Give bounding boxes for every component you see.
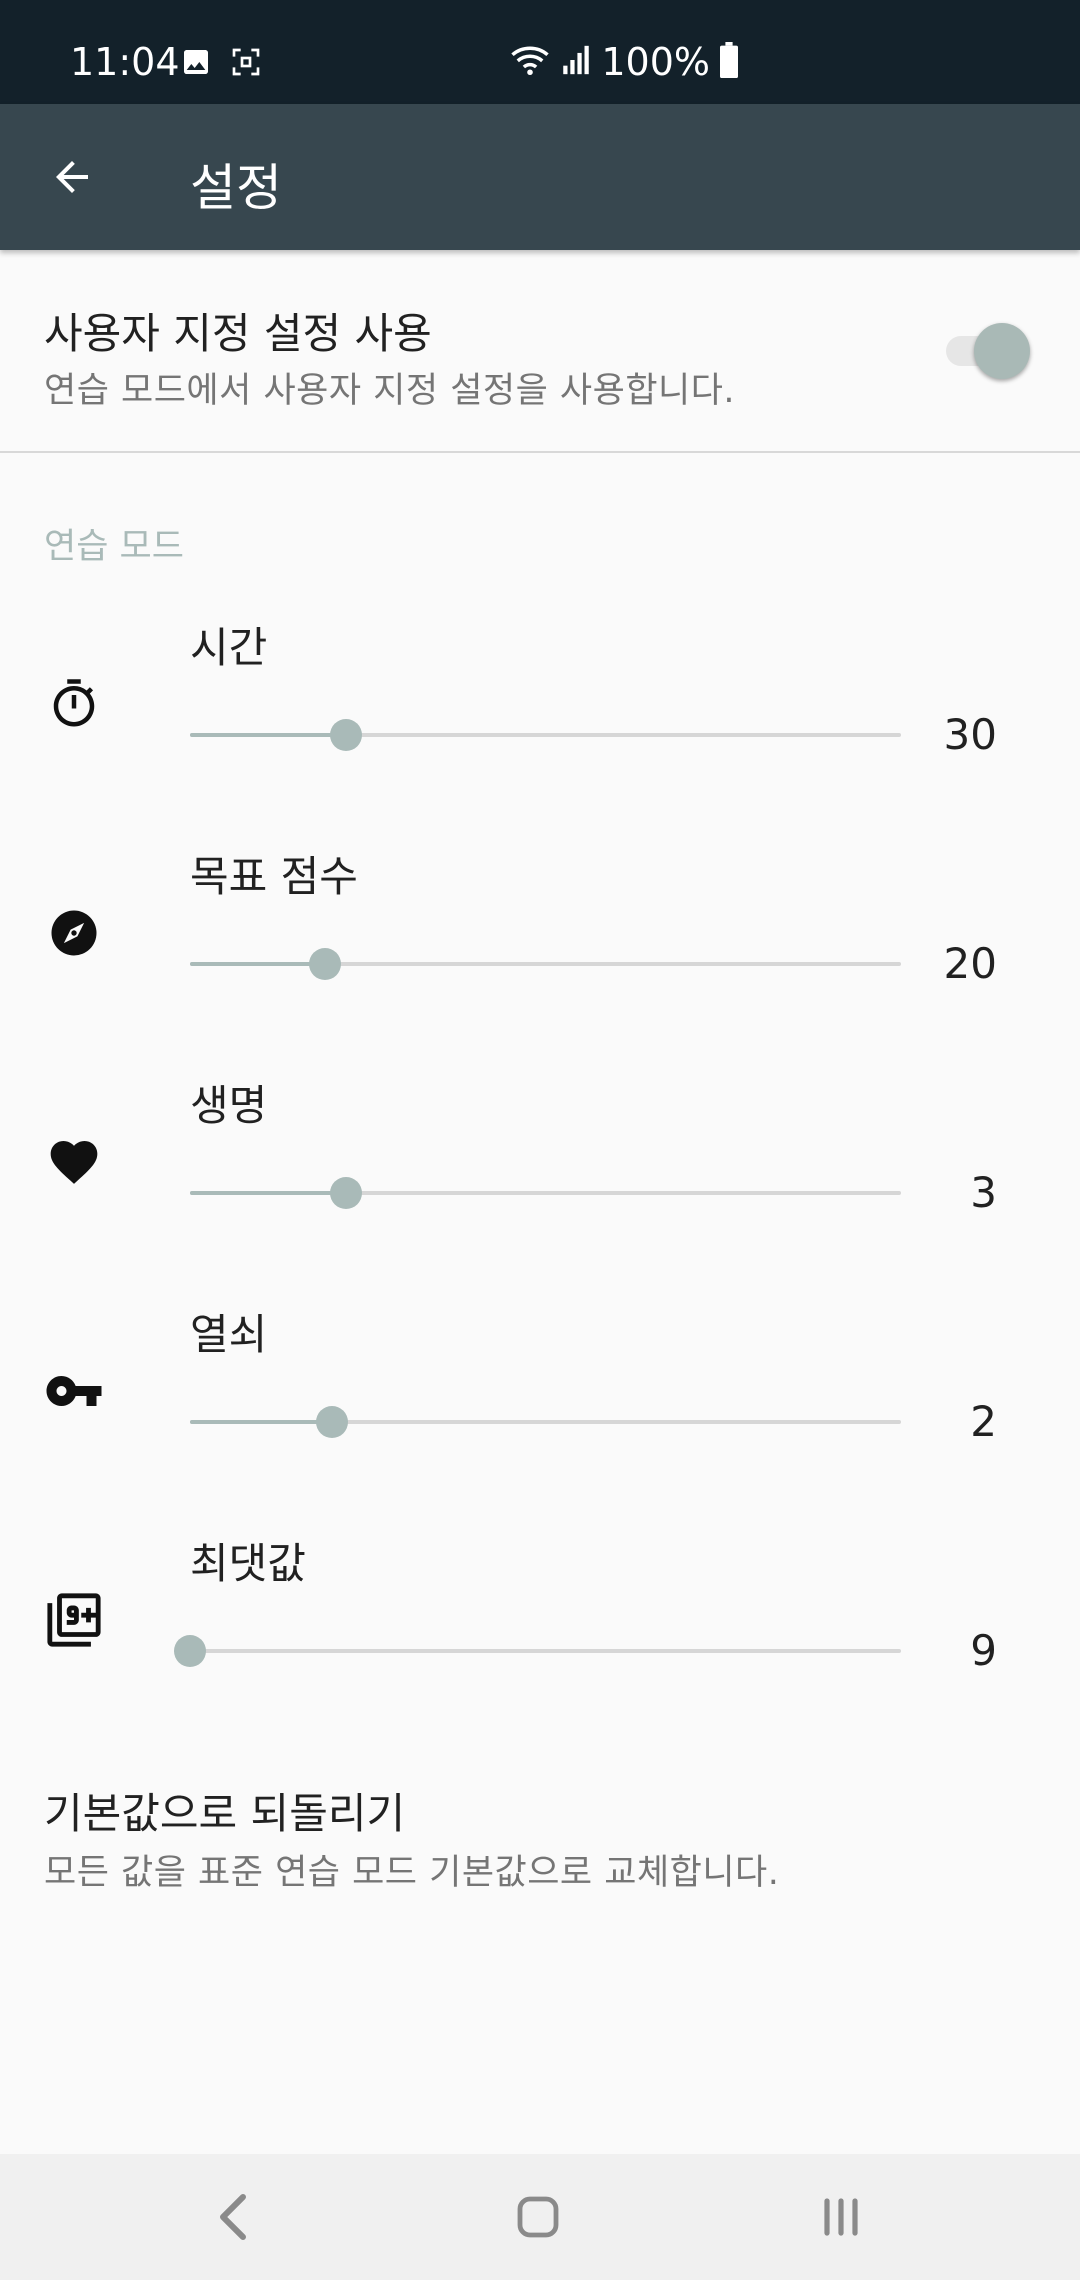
target-score-value: 20 bbox=[943, 939, 997, 988]
lives-slider-thumb[interactable] bbox=[330, 1177, 363, 1209]
time-slider[interactable] bbox=[190, 719, 901, 751]
signal-icon bbox=[559, 43, 593, 81]
custom-settings-summary: 연습 모드에서 사용자 지정 설정을 사용합니다. bbox=[44, 371, 736, 411]
max-value-slider-thumb[interactable] bbox=[174, 1635, 206, 1667]
app-bar: 설정 bbox=[0, 104, 1080, 250]
keys-slider-preference: 열쇠 2 bbox=[0, 1287, 1080, 1516]
custom-settings-title: 사용자 지정 설정 사용 bbox=[44, 309, 432, 358]
nav-recents-icon bbox=[824, 2198, 858, 2236]
lives-label: 생명 bbox=[190, 1081, 268, 1130]
custom-settings-preference[interactable]: 사용자 지정 설정 사용 연습 모드에서 사용자 지정 설정을 사용합니다. bbox=[0, 252, 1080, 451]
navigation-bar bbox=[0, 2154, 1080, 2280]
status-notification-icons bbox=[180, 46, 262, 82]
target-score-slider-preference: 목표 점수 20 bbox=[0, 829, 1080, 1058]
keys-slider[interactable] bbox=[190, 1406, 901, 1438]
time-value: 30 bbox=[943, 710, 997, 759]
divider bbox=[0, 451, 1080, 453]
practice-mode-category: 연습 모드 bbox=[44, 527, 184, 567]
keys-slider-thumb[interactable] bbox=[316, 1406, 349, 1438]
nav-back-icon bbox=[220, 2194, 246, 2240]
nav-home-icon bbox=[517, 2196, 559, 2238]
nav-recents-button[interactable] bbox=[791, 2182, 891, 2252]
nav-home-button[interactable] bbox=[488, 2182, 588, 2252]
compass-icon bbox=[44, 903, 104, 963]
max-value-label: 최댓값 bbox=[190, 1539, 306, 1588]
keys-slider-fill bbox=[190, 1420, 333, 1424]
toggle-thumb bbox=[974, 323, 1030, 379]
lives-slider-fill bbox=[190, 1191, 347, 1195]
status-system-icons: 100% bbox=[509, 40, 740, 84]
max-value-slider-preference: 최댓값 9 bbox=[0, 1516, 1080, 1745]
heart-icon bbox=[44, 1132, 104, 1192]
time-slider-fill bbox=[190, 733, 347, 737]
max-value-value: 9 bbox=[970, 1626, 997, 1675]
reset-defaults-title: 기본값으로 되돌리기 bbox=[44, 1789, 406, 1838]
target-score-slider[interactable] bbox=[190, 948, 901, 980]
timer-icon bbox=[44, 674, 104, 734]
screenshot-icon bbox=[230, 46, 262, 82]
keys-label: 열쇠 bbox=[190, 1310, 268, 1359]
nav-back-button[interactable] bbox=[185, 2182, 285, 2252]
time-label: 시간 bbox=[190, 623, 268, 672]
battery-icon bbox=[718, 42, 740, 82]
wifi-icon bbox=[509, 42, 551, 82]
battery-percent: 100% bbox=[601, 40, 710, 84]
status-bar: 11:04 100% bbox=[0, 0, 1080, 104]
image-icon bbox=[180, 46, 212, 82]
arrow-back-icon bbox=[56, 161, 88, 193]
max-value-slider[interactable] bbox=[174, 1635, 901, 1667]
lives-slider[interactable] bbox=[190, 1177, 901, 1209]
status-time: 11:04 bbox=[70, 40, 180, 84]
target-score-label: 목표 점수 bbox=[190, 852, 358, 901]
time-slider-preference: 시간 30 bbox=[0, 600, 1080, 829]
target-score-slider-fill bbox=[190, 962, 326, 966]
lives-slider-preference: 생명 3 bbox=[0, 1058, 1080, 1287]
page-title: 설정 bbox=[190, 159, 282, 217]
reset-defaults-summary: 모든 값을 표준 연습 모드 기본값으로 교체합니다. bbox=[44, 1853, 780, 1893]
target-score-slider-thumb[interactable] bbox=[309, 948, 342, 980]
filter-9-plus-icon bbox=[44, 1590, 104, 1650]
lives-value: 3 bbox=[970, 1168, 997, 1217]
time-slider-thumb[interactable] bbox=[330, 719, 363, 751]
keys-value: 2 bbox=[970, 1397, 997, 1446]
key-icon bbox=[44, 1361, 104, 1421]
custom-settings-toggle[interactable] bbox=[944, 320, 1032, 384]
back-button[interactable] bbox=[44, 149, 100, 205]
